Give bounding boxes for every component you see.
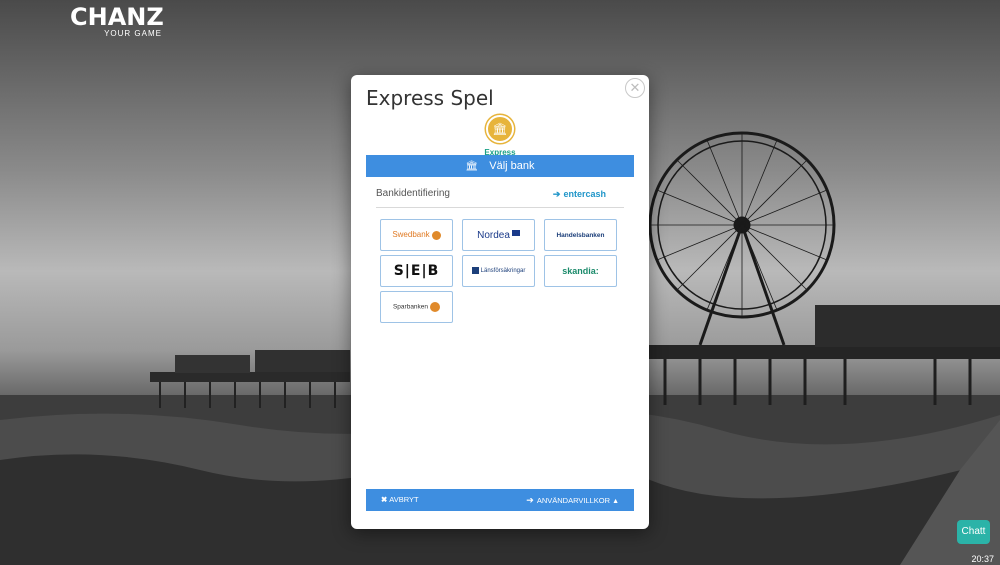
- cancel-label: AVBRYT: [389, 495, 419, 504]
- skandia-logo: skandia:: [562, 266, 599, 276]
- clock: 20:37: [971, 554, 994, 564]
- select-bank-label: Välj bank: [489, 160, 535, 172]
- close-icon[interactable]: ✕: [625, 78, 645, 98]
- express-play-modal: Express Spel ✕ 🏛 Express 🏛 Välj bank Ban…: [351, 75, 649, 529]
- bank-grid: Swedbank Nordea Handelsbanken S|E|B Läns…: [380, 219, 620, 323]
- bank-tile-lansforsakringar[interactable]: Länsförsäkringar: [462, 255, 535, 287]
- entercash-icon: ➔: [552, 189, 561, 199]
- provider-name: entercash: [563, 189, 606, 199]
- caret-up-icon: ▲: [612, 498, 619, 505]
- swedbank-logo: Swedbank: [392, 230, 441, 240]
- lansforsakringar-logo: Länsförsäkringar: [471, 267, 526, 275]
- entercash-logo: ➔ entercash: [553, 189, 606, 200]
- bank-name: Länsförsäkringar: [480, 268, 526, 275]
- bank-icon: 🏛: [486, 115, 514, 143]
- nordea-sail-icon: [511, 229, 520, 236]
- select-bank-bar[interactable]: 🏛 Välj bank: [366, 155, 634, 177]
- bank-tile-handelsbanken[interactable]: Handelsbanken: [544, 219, 617, 251]
- sparbanken-logo: Sparbanken: [392, 302, 441, 312]
- bank-tile-seb[interactable]: S|E|B: [380, 255, 453, 287]
- cancel-x-icon: ✖: [381, 495, 388, 504]
- handelsbanken-logo: Handelsbanken: [556, 231, 605, 239]
- modal-footer: ✖ AVBRYT ➔ ANVÄNDARVILLKOR ▲: [366, 489, 634, 511]
- bank-name: Sparbanken: [392, 303, 429, 311]
- terms-label: ANVÄNDARVILLKOR: [536, 496, 611, 505]
- bank-identification-row: Bankidentifiering ➔ entercash: [376, 185, 624, 208]
- bank-name: Swedbank: [392, 230, 430, 240]
- bank-name: Nordea: [477, 229, 510, 241]
- site-logo[interactable]: CHANZ YOUR GAME: [70, 3, 164, 38]
- terms-button[interactable]: ➔ ANVÄNDARVILLKOR ▲: [526, 489, 619, 513]
- entercash-icon: ➔: [526, 495, 534, 505]
- swedbank-oak-icon: [431, 230, 441, 240]
- bank-tile-swedbank[interactable]: Swedbank: [380, 219, 453, 251]
- lansforsakringar-icon: [471, 267, 479, 275]
- payment-method-express[interactable]: 🏛 Express: [484, 115, 516, 157]
- cancel-button[interactable]: ✖ AVBRYT: [381, 489, 419, 511]
- bank-icon: 🏛: [465, 161, 479, 172]
- logo-brand: CHANZ: [70, 3, 164, 31]
- bank-tile-sparbanken[interactable]: Sparbanken: [380, 291, 453, 323]
- nordea-logo: Nordea: [477, 229, 520, 241]
- bank-tile-nordea[interactable]: Nordea: [462, 219, 535, 251]
- bank-tile-skandia[interactable]: skandia:: [544, 255, 617, 287]
- bank-identification-label: Bankidentifiering: [376, 188, 450, 199]
- chat-button[interactable]: Chatt: [957, 520, 990, 544]
- seb-logo: S|E|B: [393, 263, 440, 279]
- modal-title: Express Spel: [366, 86, 494, 110]
- sparbanken-oak-icon: [430, 302, 441, 312]
